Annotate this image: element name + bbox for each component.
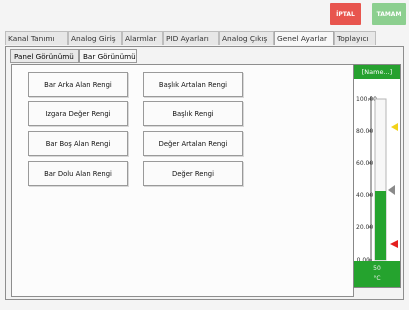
bar-preview: [Name...] 100.00 80.00 60.00 40.00 20.00… bbox=[353, 64, 401, 288]
tab-pid-ayarlari[interactable]: PID Ayarları bbox=[163, 31, 219, 45]
tab-analog-cikis[interactable]: Analog Çıkış bbox=[219, 31, 274, 45]
title-background-color-button[interactable]: Başlık Artalan Rengi bbox=[143, 72, 243, 97]
gauge-fill bbox=[375, 191, 386, 260]
main-tabs: Kanal Tanımı Analog Giriş Alarmlar PID A… bbox=[5, 30, 406, 46]
preview-unit: °C bbox=[373, 275, 381, 282]
current-value-marker-icon bbox=[388, 185, 395, 195]
bar-gauge bbox=[368, 96, 398, 262]
high-alarm-marker-icon bbox=[391, 123, 398, 131]
bar-settings-panel: Bar Arka Alan Rengi Izgara Değer Rengi B… bbox=[11, 64, 354, 297]
tab-analog-giris[interactable]: Analog Giriş bbox=[68, 31, 122, 45]
ok-button[interactable]: TAMAM bbox=[372, 3, 406, 25]
value-color-button[interactable]: Değer Rengi bbox=[143, 161, 243, 186]
tab-alarmlar[interactable]: Alarmlar bbox=[122, 31, 163, 45]
bar-background-color-button[interactable]: Bar Arka Alan Rengi bbox=[28, 72, 128, 97]
grid-value-color-button[interactable]: Izgara Değer Rengi bbox=[28, 101, 128, 126]
bar-filled-area-color-button[interactable]: Bar Dolu Alan Rengi bbox=[28, 161, 128, 186]
subtab-panel-gorunumu[interactable]: Panel Görünümü bbox=[10, 49, 79, 63]
subtab-bar-gorunumu[interactable]: Bar Görünümü bbox=[79, 49, 137, 63]
value-background-color-button[interactable]: Değer Artalan Rengi bbox=[143, 131, 243, 156]
tab-kanal-tanimi[interactable]: Kanal Tanımı bbox=[5, 31, 68, 45]
settings-content: Panel Görünümü Bar Görünümü Bar Arka Ala… bbox=[5, 46, 404, 300]
low-alarm-marker-icon bbox=[390, 240, 398, 248]
bar-empty-area-color-button[interactable]: Bar Boş Alan Rengi bbox=[28, 131, 128, 156]
preview-value: 50 bbox=[373, 265, 381, 272]
tab-genel-ayarlar[interactable]: Genel Ayarlar bbox=[274, 31, 334, 45]
cancel-button[interactable]: İPTAL bbox=[330, 3, 361, 25]
tab-toplayici[interactable]: Toplayıcı bbox=[334, 31, 376, 45]
top-bar: İPTAL TAMAM bbox=[0, 0, 409, 30]
title-color-button[interactable]: Başlık Rengi bbox=[143, 101, 243, 126]
